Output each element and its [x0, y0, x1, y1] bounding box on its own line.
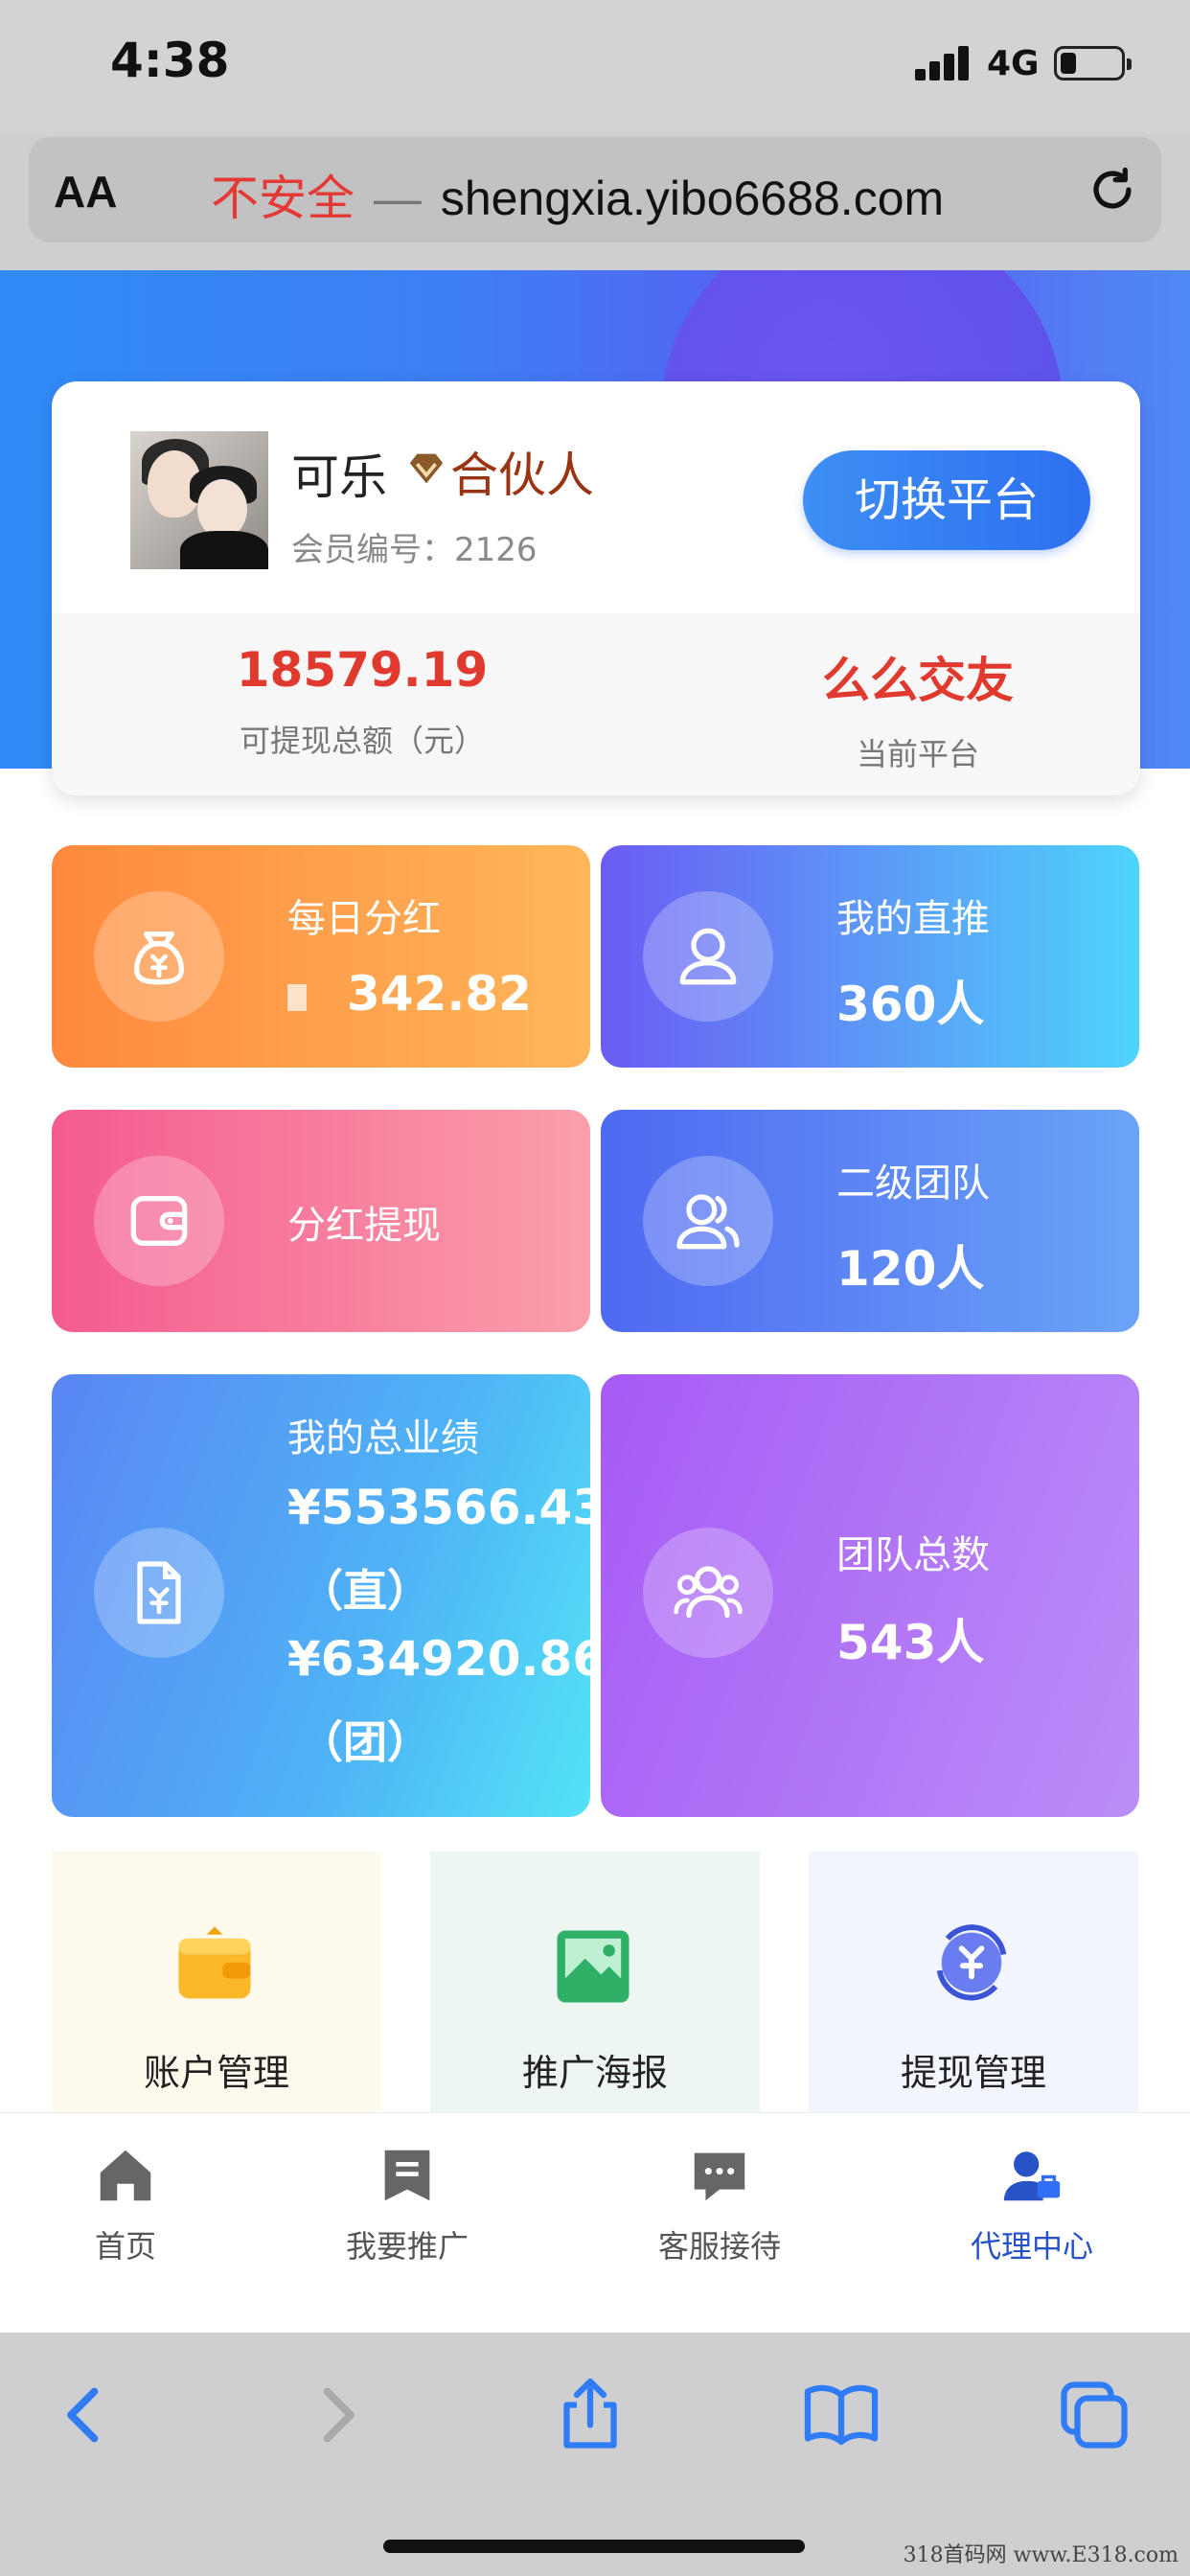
member-role: 合伙人	[450, 448, 594, 503]
daily-dividend-tile[interactable]: 每日分红 342.82	[52, 845, 590, 1068]
second-team-label: 二级团队	[836, 1162, 990, 1206]
platform-value: 么么交友	[822, 653, 1014, 708]
insecure-label: 不安全	[211, 172, 355, 225]
tab-home-label: 首页	[94, 2228, 156, 2265]
yuan-bag-icon	[94, 891, 224, 1022]
switch-platform-button[interactable]: 切换平台	[803, 450, 1090, 550]
address-bar[interactable]: AA 不安全 — shengxia.yibo6688.com	[29, 137, 1161, 242]
wallet-icon	[94, 1156, 224, 1286]
platform-label: 当前平台	[856, 736, 979, 772]
battery-icon	[1054, 46, 1132, 80]
clock: 4:38	[110, 33, 230, 88]
withdraw-management-entry[interactable]: 提现管理	[809, 1852, 1138, 2129]
balance-value: 18579.19	[236, 642, 489, 698]
watermark: 318首码网 www.E318.com	[903, 2543, 1179, 2567]
profile-card: 可乐 合伙人 会员编号：2126 切换平台 18579.19 可提现总额（元） …	[52, 381, 1140, 795]
wallet-icon	[178, 1926, 251, 1999]
promo-poster-label: 推广海报	[521, 2052, 668, 2094]
total-performance-label: 我的总业绩	[287, 1416, 479, 1460]
tab-home[interactable]: 首页	[6, 2142, 245, 2266]
second-team-tile[interactable]: 二级团队 120人	[601, 1110, 1139, 1332]
dividend-withdraw-tile[interactable]: 分红提现	[52, 1110, 590, 1332]
reload-icon[interactable]	[1085, 162, 1140, 218]
tab-agent-center[interactable]: 代理中心	[912, 2142, 1152, 2266]
team-total-value: 543人	[836, 1615, 985, 1670]
team-performance-value: ¥634920.86	[287, 1631, 590, 1687]
back-icon[interactable]	[44, 2375, 125, 2455]
account-management-label: 账户管理	[143, 2052, 289, 2094]
direct-performance-value: ¥553566.43	[287, 1480, 590, 1535]
tab-promote-label: 我要推广	[345, 2228, 469, 2265]
account-management-entry[interactable]: 账户管理	[52, 1852, 381, 2129]
promo-poster-entry[interactable]: 推广海报	[430, 1852, 760, 2129]
dividend-withdraw-label: 分红提现	[287, 1204, 441, 1248]
direct-performance-suffix: （直）	[299, 1565, 431, 1617]
yuan-refresh-icon	[936, 1924, 1007, 2001]
share-icon[interactable]	[550, 2375, 630, 2455]
forward-icon[interactable]	[297, 2375, 378, 2455]
team-total-label: 团队总数	[836, 1533, 990, 1577]
team-performance-suffix: （团）	[299, 1716, 431, 1768]
tab-customer-service[interactable]: 客服接待	[600, 2142, 839, 2266]
direct-referrals-tile[interactable]: 我的直推 360人	[601, 845, 1139, 1068]
direct-referrals-label: 我的直推	[836, 897, 990, 941]
balance-stat: 18579.19 可提现总额（元）	[123, 642, 602, 761]
second-team-value: 120人	[836, 1241, 985, 1297]
tabs-icon[interactable]	[1054, 2375, 1134, 2455]
home-indicator	[383, 2540, 805, 2553]
chat-icon	[694, 2152, 745, 2201]
total-performance-tile[interactable]: 我的总业绩 ¥553566.43 （直） ¥634920.86 （团）	[52, 1374, 590, 1817]
team-total-tile[interactable]: 团队总数 543人	[601, 1374, 1139, 1817]
user-name: 可乐	[291, 449, 387, 505]
app-tab-bar: 首页 我要推广 客服接待 代理中心	[0, 2112, 1190, 2333]
agent-icon	[1003, 2151, 1061, 2201]
tab-agent-center-label: 代理中心	[970, 2228, 1093, 2265]
bookmark-icon	[384, 2150, 430, 2201]
web-page: 可乐 合伙人 会员编号：2126 切换平台 18579.19 可提现总额（元） …	[0, 270, 1190, 2333]
diamond-badge-icon	[409, 453, 444, 484]
direct-referrals-value: 360人	[836, 977, 985, 1032]
balance-label: 可提现总额（元）	[239, 723, 485, 759]
withdraw-management-label: 提现管理	[900, 2052, 1046, 2094]
profile-stats: 18579.19 可提现总额（元） 么么交友 当前平台	[52, 613, 1140, 795]
daily-dividend-label: 每日分红	[287, 897, 441, 941]
team-icon	[643, 1156, 773, 1286]
tab-promote[interactable]: 我要推广	[287, 2142, 527, 2266]
image-icon	[557, 1930, 629, 2003]
url-separator: —	[373, 172, 422, 225]
bookmarks-icon[interactable]	[801, 2375, 881, 2455]
platform-stat: 么么交友 当前平台	[678, 642, 1140, 774]
home-icon	[100, 2150, 151, 2201]
network-label: 4G	[987, 44, 1040, 83]
member-id: 会员编号：2126	[291, 531, 538, 569]
yuan-document-icon	[94, 1528, 224, 1658]
reader-text-size-button[interactable]: AA	[54, 166, 117, 218]
url-text[interactable]: 不安全 — shengxia.yibo6688.com	[211, 160, 944, 229]
user-icon	[643, 891, 773, 1022]
status-bar: 4:38 4G	[0, 0, 1190, 134]
daily-dividend-value: 342.82	[287, 966, 532, 1022]
signal-icon	[915, 44, 971, 80]
url-domain: shengxia.yibo6688.com	[440, 172, 945, 225]
group-icon	[643, 1528, 773, 1658]
avatar[interactable]	[130, 431, 268, 569]
tab-customer-service-label: 客服接待	[657, 2228, 781, 2265]
